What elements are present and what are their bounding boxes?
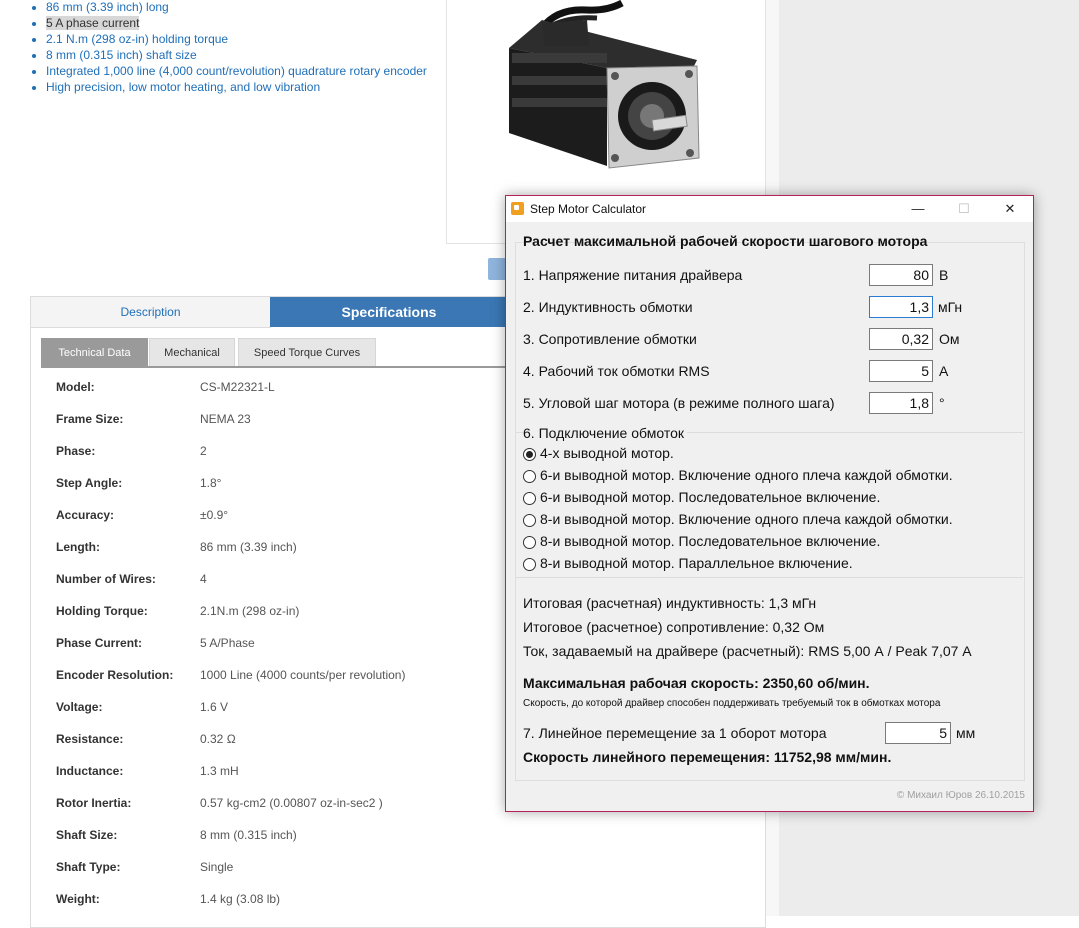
- radio-button[interactable]: [523, 558, 536, 571]
- result-resistance: Итоговое (расчетное) сопротивление: 0,32…: [523, 619, 825, 635]
- radio-button[interactable]: [523, 514, 536, 527]
- spec-key: Encoder Resolution:: [56, 668, 174, 682]
- inductance-input[interactable]: 1,3: [869, 296, 933, 318]
- subtab-mechanical[interactable]: Mechanical: [149, 338, 235, 367]
- radio-label: 4-х выводной мотор.: [540, 445, 674, 461]
- radio-label: 6-и выводной мотор. Последовательное вкл…: [540, 489, 881, 505]
- spec-key: Phase:: [56, 444, 96, 458]
- spec-value: 1.4 kg (3.08 lb): [200, 892, 281, 906]
- spec-key: Model:: [56, 380, 95, 394]
- radio-label: 8-и выводной мотор. Включение одного пле…: [540, 511, 953, 527]
- maximize-button[interactable]: ☐: [941, 196, 987, 222]
- spec-key: Step Angle:: [56, 476, 123, 490]
- radio-label: 8-и выводной мотор. Параллельное включен…: [540, 555, 853, 571]
- feature-list: 86 mm (3.39 inch) long 5 A phase current…: [28, 0, 427, 95]
- field-label: 4. Рабочий ток обмотки RMS: [523, 363, 710, 379]
- section-divider: [516, 577, 1023, 578]
- field-label: 3. Сопротивление обмотки: [523, 331, 697, 347]
- feature-item: Integrated 1,000 line (4,000 count/revol…: [46, 63, 427, 79]
- copyright-text: © Михаил Юров 26.10.2015: [896, 790, 1025, 801]
- radio-label: 8-и выводной мотор. Последовательное вкл…: [540, 533, 881, 549]
- max-speed-note: Скорость, до которой драйвер способен по…: [523, 698, 941, 709]
- tab-description[interactable]: Description: [31, 297, 271, 328]
- close-button[interactable]: ✕: [987, 196, 1033, 222]
- window-title: Step Motor Calculator: [530, 202, 647, 216]
- spec-key: Voltage:: [56, 700, 103, 714]
- spec-key: Accuracy:: [56, 508, 115, 522]
- radio-label: 6-и выводной мотор. Включение одного пле…: [540, 467, 953, 483]
- calculator-heading: Расчет максимальной рабочей скорости шаг…: [523, 233, 928, 249]
- radio-button[interactable]: [523, 448, 536, 461]
- resistance-input[interactable]: 0,32: [869, 328, 933, 350]
- supply-voltage-input[interactable]: 80: [869, 264, 933, 286]
- field-unit: В: [939, 267, 949, 283]
- spec-value: 8 mm (0.315 inch): [200, 828, 297, 842]
- result-inductance: Итоговая (расчетная) индуктивность: 1,3 …: [523, 595, 817, 611]
- feature-item-highlighted: 5 A phase current: [46, 15, 427, 31]
- radio-button[interactable]: [523, 470, 536, 483]
- tab-specifications[interactable]: Specifications: [270, 297, 508, 327]
- feature-item: High precision, low motor heating, and l…: [46, 79, 427, 95]
- radio-button[interactable]: [523, 536, 536, 549]
- connection-group-label: 6. Подключение обмоток: [523, 425, 687, 441]
- field-unit: мГн: [938, 299, 963, 315]
- spec-value: Single: [200, 860, 234, 874]
- result-max-speed: Максимальная рабочая скорость: 2350,60 о…: [523, 675, 870, 691]
- spec-key: Rotor Inertia:: [56, 796, 132, 810]
- field-unit: °: [939, 395, 945, 411]
- spec-key: Shaft Size:: [56, 828, 118, 842]
- field-unit: А: [939, 363, 949, 379]
- field-label: 2. Индуктивность обмотки: [523, 299, 693, 315]
- result-linear-speed: Скорость линейного перемещения: 11752,98…: [523, 749, 892, 765]
- spec-key: Length:: [56, 540, 100, 554]
- result-current: Ток, задаваемый на драйвере (расчетный):…: [523, 643, 972, 659]
- step-angle-input[interactable]: 1,8: [869, 392, 933, 414]
- field-label: 1. Напряжение питания драйвера: [523, 267, 743, 283]
- radio-button[interactable]: [523, 492, 536, 505]
- app-icon: [511, 202, 524, 215]
- field-unit: Ом: [939, 331, 960, 347]
- minimize-button[interactable]: —: [895, 196, 941, 222]
- current-input[interactable]: 5: [869, 360, 933, 382]
- title-bar[interactable]: Step Motor Calculator — ☐ ✕: [506, 196, 1033, 222]
- step-motor-calculator-window: Step Motor Calculator — ☐ ✕ Расчет макси…: [505, 195, 1034, 812]
- spec-key: Holding Torque:: [56, 604, 148, 618]
- spec-key: Inductance:: [56, 764, 124, 778]
- field-label: 7. Линейное перемещение за 1 оборот мото…: [523, 725, 827, 741]
- subtab-technical-data[interactable]: Technical Data: [41, 338, 148, 367]
- subtab-speed-torque-curves[interactable]: Speed Torque Curves: [238, 338, 376, 367]
- field-unit: мм: [956, 725, 976, 741]
- spec-key: Number of Wires:: [56, 572, 156, 586]
- spec-key: Frame Size:: [56, 412, 124, 426]
- feature-item: 2.1 N.m (298 oz-in) holding torque: [46, 31, 427, 47]
- feature-item: 8 mm (0.315 inch) shaft size: [46, 47, 427, 63]
- field-label: 5. Угловой шаг мотора (в режиме полного …: [523, 395, 835, 411]
- feature-item: 86 mm (3.39 inch) long: [46, 0, 427, 15]
- spec-key: Weight:: [56, 892, 100, 906]
- spec-key: Shaft Type:: [56, 860, 121, 874]
- linear-travel-input[interactable]: 5: [885, 722, 951, 744]
- spec-key: Resistance:: [56, 732, 124, 746]
- spec-key: Phase Current:: [56, 636, 143, 650]
